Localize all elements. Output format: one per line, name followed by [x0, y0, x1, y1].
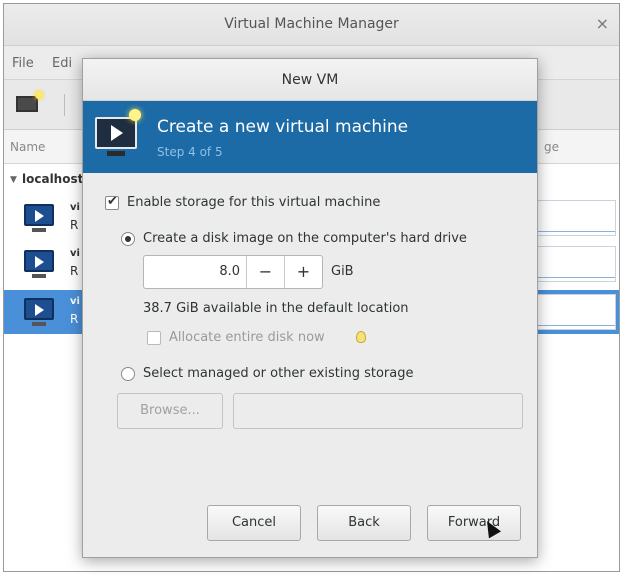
vm-name: vi: [70, 202, 80, 213]
vm-state: R: [70, 264, 79, 278]
increase-size-button[interactable]: +: [284, 256, 322, 288]
select-managed-radio[interactable]: [121, 367, 135, 381]
decrease-size-button[interactable]: −: [246, 256, 284, 288]
storage-path-input[interactable]: [233, 393, 523, 429]
dialog-title: New VM: [281, 72, 339, 88]
toolbar-separator: [64, 94, 65, 116]
close-icon[interactable]: ×: [596, 14, 609, 33]
back-button[interactable]: Back: [317, 505, 411, 541]
banner-title: Create a new virtual machine: [157, 117, 409, 137]
disk-size-stepper: 8.0 − +: [143, 255, 323, 289]
create-disk-radio[interactable]: [121, 232, 135, 246]
vm-name: vi: [70, 296, 80, 307]
menu-file[interactable]: File: [12, 56, 34, 71]
cancel-button[interactable]: Cancel: [207, 505, 301, 541]
banner-step: Step 4 of 5: [157, 145, 223, 159]
vm-icon: [24, 298, 54, 326]
menu-edit[interactable]: Edi: [52, 56, 72, 71]
vm-state: R: [70, 218, 79, 232]
host-label: localhost: [22, 172, 84, 186]
main-titlebar: Virtual Machine Manager ×: [4, 4, 619, 46]
vm-icon: [24, 204, 54, 232]
main-window-title: Virtual Machine Manager: [224, 16, 399, 32]
allocate-disk-checkbox[interactable]: [147, 331, 161, 345]
allocate-disk-label[interactable]: Allocate entire disk now: [169, 330, 325, 345]
vm-state: R: [70, 312, 79, 326]
column-name[interactable]: Name: [10, 140, 45, 154]
browse-button[interactable]: Browse...: [117, 393, 223, 429]
new-vm-dialog: New VM Create a new virtual machine Step…: [82, 58, 538, 558]
dialog-titlebar[interactable]: New VM: [83, 59, 537, 101]
vm-name: vi: [70, 248, 80, 259]
enable-storage-label[interactable]: Enable storage for this virtual machine: [127, 195, 380, 210]
disk-size-input[interactable]: 8.0: [144, 264, 240, 279]
create-vm-banner-icon: [95, 117, 137, 156]
vm-icon: [24, 250, 54, 278]
enable-storage-checkbox[interactable]: [105, 194, 119, 210]
select-managed-label[interactable]: Select managed or other existing storage: [143, 366, 413, 381]
new-vm-icon[interactable]: [16, 91, 43, 112]
expand-arrow-icon[interactable]: ▼: [10, 175, 17, 185]
dialog-banner: Create a new virtual machine Step 4 of 5: [83, 101, 537, 173]
column-usage[interactable]: ge: [544, 140, 559, 154]
available-space-text: 38.7 GiB available in the default locati…: [143, 301, 409, 316]
sparkle-icon: [129, 109, 141, 121]
create-disk-label[interactable]: Create a disk image on the computer's ha…: [143, 231, 467, 246]
lightbulb-icon: [356, 331, 366, 343]
forward-button[interactable]: Forward: [427, 505, 521, 541]
disk-size-unit: GiB: [331, 264, 354, 279]
